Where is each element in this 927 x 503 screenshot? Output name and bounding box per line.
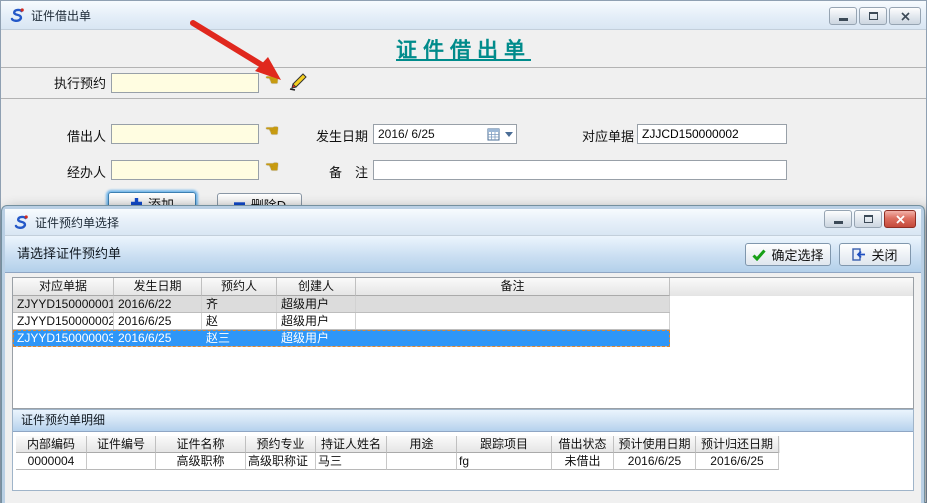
dialog-maximize-button[interactable] bbox=[854, 210, 882, 228]
col-return-date: 预计归还日期 bbox=[696, 436, 779, 453]
prompt-text: 请选择证件预约单 bbox=[17, 236, 121, 272]
dialog-minimize-button[interactable] bbox=[824, 210, 852, 228]
borrower-input[interactable] bbox=[111, 124, 259, 144]
col-use-date: 预计使用日期 bbox=[614, 436, 696, 453]
date-label: 发生日期 bbox=[306, 127, 368, 147]
pick-handler-button[interactable]: ☚ bbox=[262, 159, 282, 177]
minimize-button[interactable] bbox=[829, 7, 857, 25]
calendar-icon bbox=[487, 128, 500, 141]
screen: 证件借出单 证件借出单 执行预约 ☚ bbox=[0, 0, 927, 503]
main-window-title: 证件借出单 bbox=[31, 7, 91, 24]
reservation-detail-panel: 证件预约单明细 内部编码 证件编号 证件名称 预约专业 持证人姓名 用途 跟踪项… bbox=[12, 409, 914, 491]
col-internal-code: 内部编码 bbox=[16, 436, 87, 453]
exit-door-icon bbox=[852, 248, 866, 261]
calendar-button[interactable] bbox=[484, 125, 502, 143]
col-cert-no: 证件编号 bbox=[87, 436, 156, 453]
dialog-titlebar: 证件预约单选择 bbox=[5, 209, 921, 236]
col-cert-name: 证件名称 bbox=[156, 436, 246, 453]
close-button[interactable] bbox=[889, 7, 921, 25]
detail-table-header: 内部编码 证件编号 证件名称 预约专业 持证人姓名 用途 跟踪项目 借出状态 预… bbox=[16, 436, 780, 453]
chevron-down-icon bbox=[505, 132, 513, 137]
remark-label: 备 注 bbox=[306, 163, 368, 183]
maximize-icon bbox=[869, 12, 878, 20]
col-major: 预约专业 bbox=[246, 436, 316, 453]
reservation-select-dialog: 证件预约单选择 请选择证件预约单 确定选择 关闭 bbox=[2, 206, 924, 503]
hand-select-icon: ☚ bbox=[265, 123, 279, 140]
date-picker[interactable]: 2016/ 6/25 bbox=[373, 124, 517, 144]
doc-label: 对应单据 bbox=[568, 127, 634, 147]
date-value: 2016/ 6/25 bbox=[374, 127, 484, 141]
handler-label: 经办人 bbox=[40, 163, 106, 183]
heading-band: 证件借出单 bbox=[1, 30, 926, 68]
close-icon bbox=[901, 12, 910, 21]
table-row[interactable]: ZJYYD150000001 2016/6/22 齐 超级用户 bbox=[13, 296, 670, 313]
handler-input[interactable] bbox=[111, 160, 259, 180]
reservation-table-header: 对应单据 发生日期 预约人 创建人 备注 bbox=[13, 278, 913, 296]
dialog-title: 证件预约单选择 bbox=[35, 214, 119, 231]
execute-reservation-band: 执行预约 ☚ bbox=[1, 68, 926, 99]
main-titlebar: 证件借出单 bbox=[1, 1, 926, 30]
col-holder: 持证人姓名 bbox=[316, 436, 387, 453]
page-title: 证件借出单 bbox=[396, 34, 531, 64]
table-row-selected[interactable]: ZJYYD150000003 2016/6/25 赵三 超级用户 bbox=[13, 330, 670, 347]
confirm-select-button[interactable]: 确定选择 bbox=[745, 243, 831, 266]
col-remark: 备注 bbox=[356, 278, 670, 296]
close-icon bbox=[896, 215, 905, 224]
doc-input[interactable] bbox=[637, 124, 787, 144]
col-date: 发生日期 bbox=[114, 278, 202, 296]
dialog-toolbar: 请选择证件预约单 确定选择 关闭 bbox=[5, 236, 921, 273]
hand-select-icon: ☚ bbox=[265, 72, 279, 89]
close-dialog-button[interactable]: 关闭 bbox=[839, 243, 911, 266]
edit-button[interactable] bbox=[287, 71, 309, 93]
detail-row[interactable]: 0000004 高级职称 高级职称证 马三 fg 未借出 2016/6/25 2… bbox=[16, 453, 780, 470]
hand-select-icon: ☚ bbox=[265, 159, 279, 176]
detail-caption: 证件预约单明细 bbox=[13, 410, 913, 432]
execute-reservation-input[interactable] bbox=[111, 73, 259, 93]
app-icon bbox=[13, 214, 29, 230]
borrower-label: 借出人 bbox=[40, 127, 106, 147]
reservation-table: 对应单据 发生日期 预约人 创建人 备注 ZJYYD150000001 2016… bbox=[12, 277, 914, 409]
col-doc: 对应单据 bbox=[13, 278, 114, 296]
maximize-button[interactable] bbox=[859, 7, 887, 25]
col-status: 借出状态 bbox=[552, 436, 614, 453]
pencil-icon bbox=[287, 72, 307, 92]
col-creator: 创建人 bbox=[277, 278, 356, 296]
minimize-icon bbox=[839, 18, 848, 21]
maximize-icon bbox=[864, 215, 873, 223]
check-icon bbox=[752, 249, 766, 261]
col-reserver: 预约人 bbox=[202, 278, 277, 296]
app-icon bbox=[9, 7, 25, 23]
execute-reservation-label: 执行预约 bbox=[40, 74, 106, 94]
col-project: 跟踪项目 bbox=[457, 436, 552, 453]
pick-borrower-button[interactable]: ☚ bbox=[262, 123, 282, 141]
date-dropdown-button[interactable] bbox=[502, 125, 516, 143]
remark-input[interactable] bbox=[373, 160, 787, 180]
minimize-icon bbox=[834, 221, 843, 224]
table-row[interactable]: ZJYYD150000002 2016/6/25 赵 超级用户 bbox=[13, 313, 670, 330]
col-usage: 用途 bbox=[387, 436, 457, 453]
pick-reservation-button[interactable]: ☚ bbox=[262, 72, 282, 90]
dialog-close-button[interactable] bbox=[884, 210, 916, 228]
